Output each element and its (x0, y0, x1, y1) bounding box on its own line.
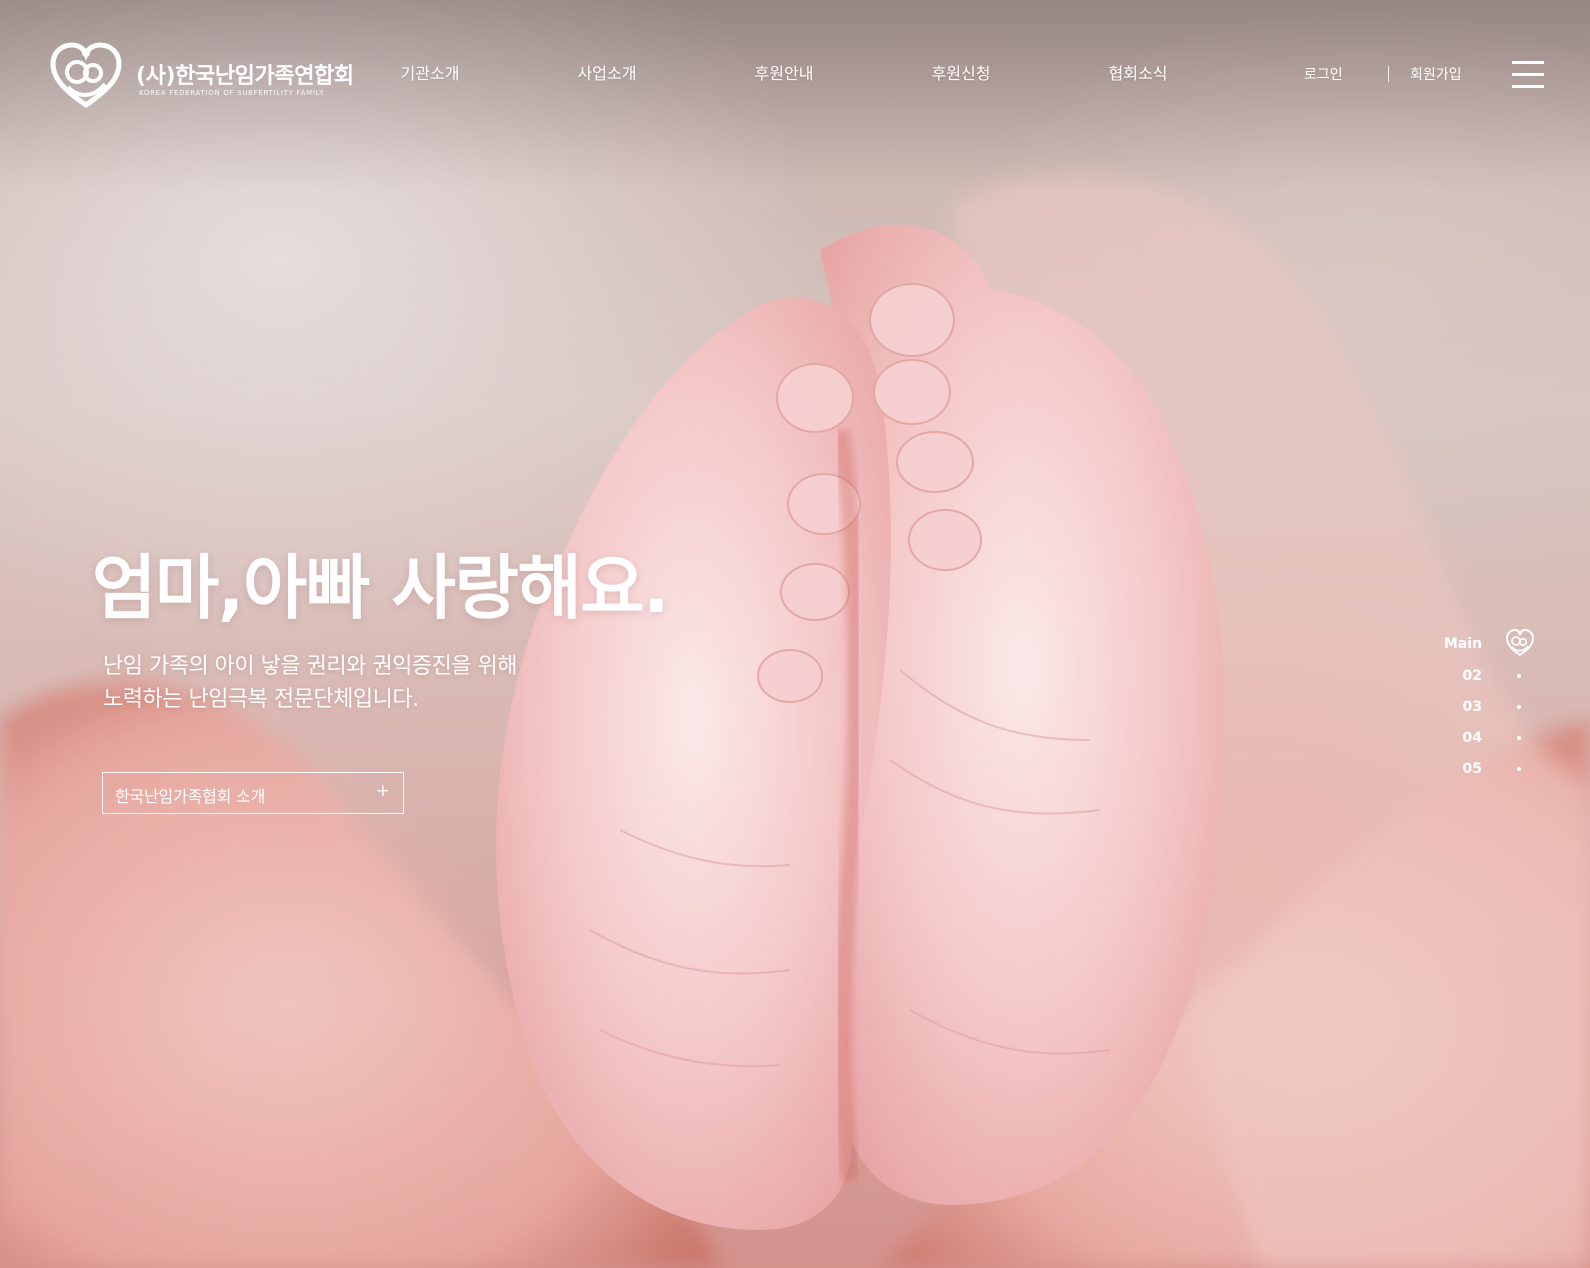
nav-donation-apply[interactable]: 후원신청 (901, 60, 1021, 84)
nav-business[interactable]: 사업소개 (547, 60, 667, 84)
pager-05[interactable]: 05 (1420, 761, 1540, 791)
main-headline: 엄마,아빠 사랑해요. (92, 547, 670, 629)
main-description: 난임 가족의 아이 낳을 권리와 권익증진을 위해 노력하는 난임극복 전문단체… (103, 650, 623, 716)
pager-main[interactable]: Main (1420, 628, 1540, 666)
dot-icon (1517, 736, 1521, 740)
join-link[interactable]: 회원가입 (1410, 64, 1462, 84)
section-pager: Main 02 03 04 05 (1420, 628, 1540, 786)
nav-news[interactable]: 협회소식 (1078, 60, 1198, 84)
pager-02-label: 02 (1462, 668, 1482, 684)
site-header: (사)한국난임가족연합회 KOREA FEDERATION OF SUBFERT… (0, 0, 1590, 150)
site-logo[interactable]: (사)한국난임가족연합회 KOREA FEDERATION OF SUBFERT… (48, 40, 354, 112)
plus-icon: + (375, 781, 390, 801)
menu-line-middle (1512, 73, 1544, 76)
description-line-2: 노력하는 난임극복 전문단체입니다. (103, 687, 419, 712)
main-visual: (사)한국난임가족연합회 KOREA FEDERATION OF SUBFERT… (0, 0, 1590, 1268)
menu-line-top (1512, 61, 1544, 64)
intro-button-label: 한국난임가족협회 소개 (115, 787, 266, 806)
pager-main-label: Main (1443, 636, 1482, 652)
pager-03-label: 03 (1462, 699, 1482, 715)
menu-line-bottom (1512, 85, 1544, 88)
description-line-1: 난임 가족의 아이 낳을 권리와 권익증진을 위해 (103, 654, 518, 679)
heart-family-logo-icon (50, 42, 122, 109)
pager-04[interactable]: 04 (1420, 730, 1540, 760)
dot-icon (1517, 767, 1521, 771)
login-link[interactable]: 로그인 (1304, 64, 1343, 84)
baby-feet-photo (0, 175, 1590, 1268)
pager-02[interactable]: 02 (1420, 668, 1540, 698)
pager-05-label: 05 (1462, 761, 1482, 777)
intro-button[interactable]: 한국난임가족협회 소개 + (102, 772, 404, 814)
pager-04-label: 04 (1462, 730, 1482, 746)
logo-name: (사)한국난임가족연합회 (136, 64, 354, 89)
dot-icon (1517, 674, 1521, 678)
utility-links: 로그인 회원가입 (1304, 64, 1470, 84)
hamburger-menu-button[interactable] (1512, 61, 1544, 89)
logo-subtitle: KOREA FEDERATION OF SUBFERTILITY FAMILY (139, 89, 325, 97)
nav-institution[interactable]: 기관소개 (370, 60, 490, 84)
pager-03[interactable]: 03 (1420, 699, 1540, 729)
nav-donation-guide[interactable]: 후원안내 (724, 60, 844, 84)
heart-logo-icon (1505, 628, 1535, 657)
utility-divider (1388, 66, 1389, 82)
dot-icon (1517, 705, 1521, 709)
